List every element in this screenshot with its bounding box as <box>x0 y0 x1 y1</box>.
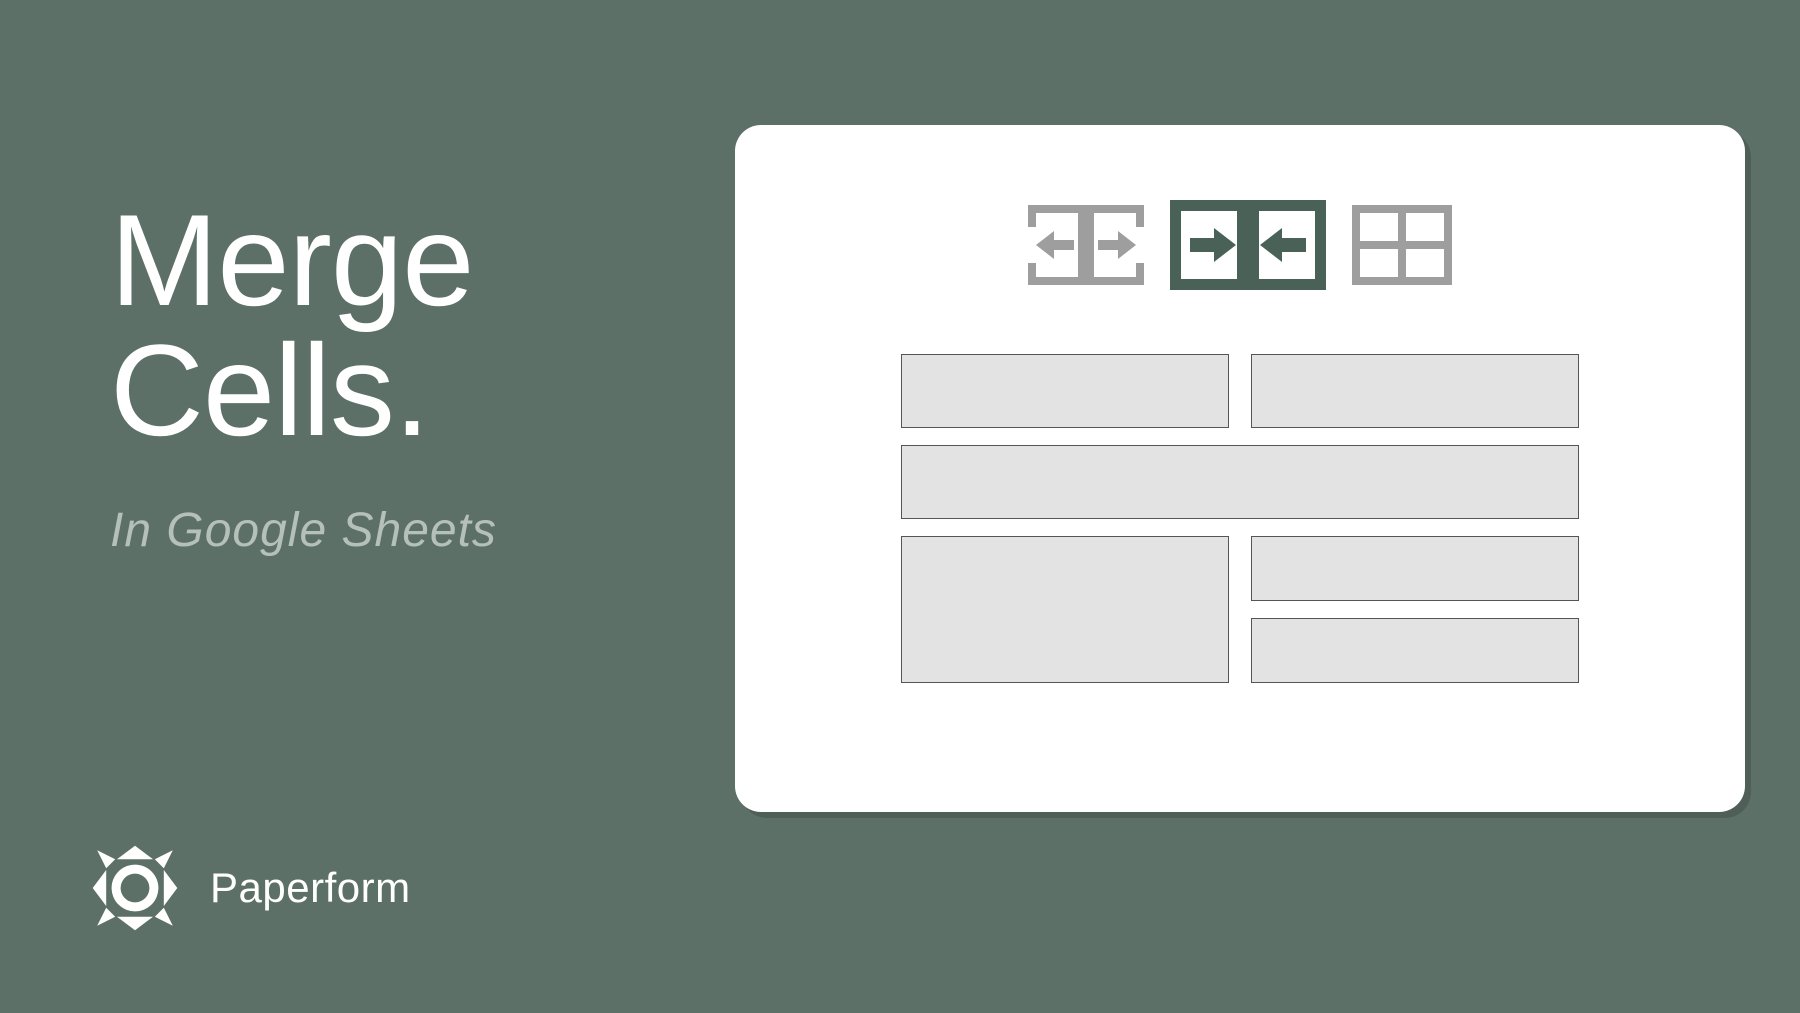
cell-grid <box>735 354 1745 683</box>
grid-cells-icon[interactable] <box>1352 205 1452 285</box>
merged-cell-vertical <box>901 536 1229 683</box>
cell <box>1251 536 1579 601</box>
brand: Paperform <box>90 843 411 933</box>
title-line-2: Cells. <box>110 317 429 463</box>
page-title: Merge Cells. <box>110 195 497 455</box>
hero-text: Merge Cells. In Google Sheets <box>110 195 497 558</box>
merged-cell-horizontal <box>901 445 1579 519</box>
demo-panel <box>735 125 1745 812</box>
title-line-1: Merge <box>110 187 473 333</box>
cell <box>901 354 1229 428</box>
paperform-logo-icon <box>90 843 180 933</box>
merge-horizontally-icon[interactable] <box>1170 200 1326 290</box>
subtitle: In Google Sheets <box>110 503 497 558</box>
merge-toolbar <box>735 200 1745 290</box>
unmerge-cells-icon[interactable] <box>1028 205 1144 285</box>
cell <box>1251 354 1579 428</box>
cell <box>1251 618 1579 683</box>
brand-name: Paperform <box>210 864 411 912</box>
